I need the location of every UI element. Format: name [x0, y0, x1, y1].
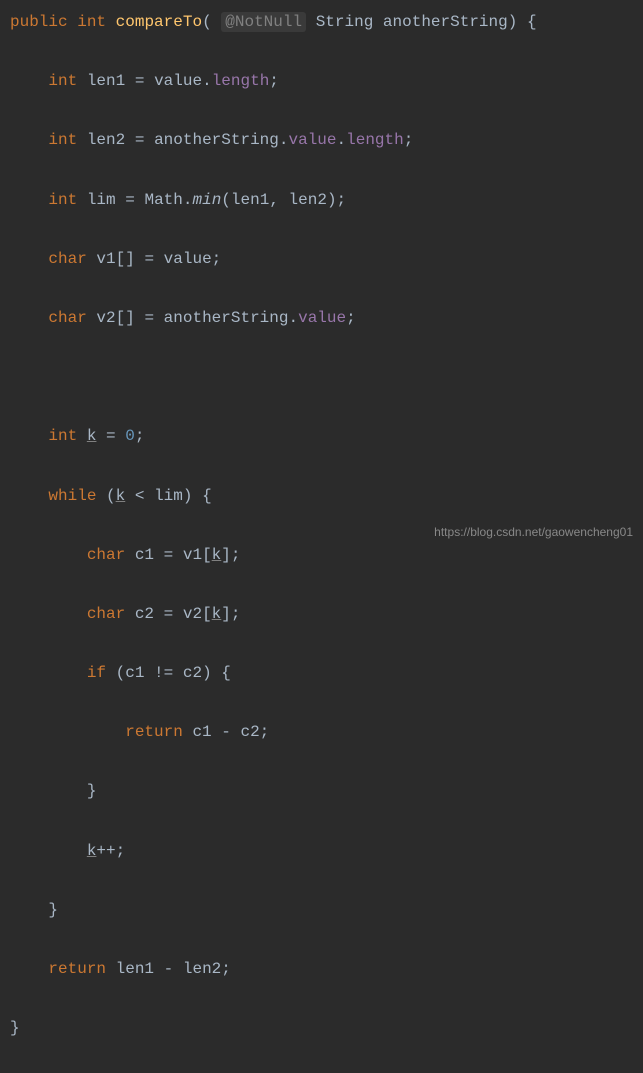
code-line: while (k < lim) {: [10, 482, 633, 512]
code-line: public int compareTo( @NotNull String an…: [10, 8, 633, 38]
code-line: [10, 363, 633, 393]
code-line: return len1 - len2;: [10, 955, 633, 985]
code-line: char c1 = v1[k];: [10, 541, 633, 571]
code-line: char v1[] = value;: [10, 245, 633, 275]
code-line: int lim = Math.min(len1, len2);: [10, 186, 633, 216]
code-line: int len2 = anotherString.value.length;: [10, 126, 633, 156]
code-line: k++;: [10, 837, 633, 867]
code-line: }: [10, 896, 633, 926]
code-line: if (c1 != c2) {: [10, 659, 633, 689]
watermark-text: https://blog.csdn.net/gaowencheng01: [434, 521, 633, 543]
code-line: }: [10, 1014, 633, 1044]
code-line: int len1 = value.length;: [10, 67, 633, 97]
code-line: char v2[] = anotherString.value;: [10, 304, 633, 334]
code-line: }: [10, 777, 633, 807]
code-line: return c1 - c2;: [10, 718, 633, 748]
code-line: char c2 = v2[k];: [10, 600, 633, 630]
code-line: int k = 0;: [10, 422, 633, 452]
